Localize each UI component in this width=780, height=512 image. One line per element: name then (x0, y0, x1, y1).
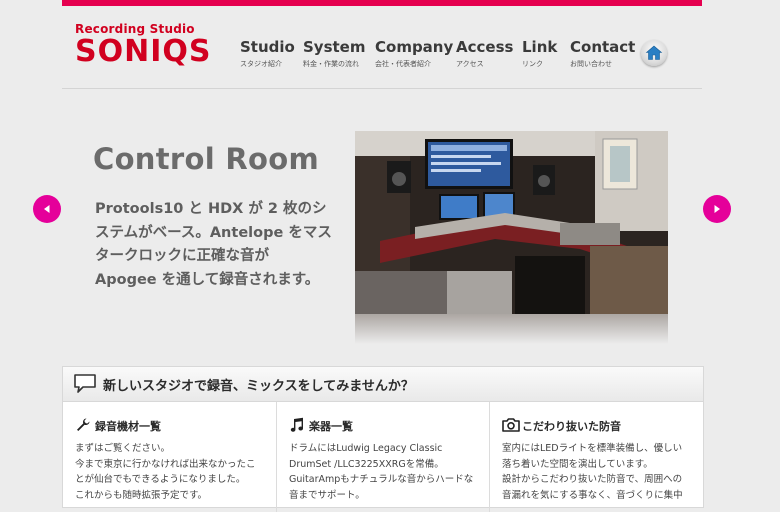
speech-bubble-icon (74, 374, 96, 393)
control-room-photo (355, 131, 668, 314)
arrow-left-icon (44, 205, 50, 213)
feature-column-title: 楽器一覧 (309, 420, 353, 433)
header-divider (62, 88, 702, 89)
nav-label: Access (456, 38, 514, 56)
nav-item-access[interactable]: Access アクセス (456, 38, 513, 69)
logo[interactable]: Recording Studio SONIQS (75, 22, 212, 67)
feature-column-soundproofing[interactable]: こだわり抜いた防音 室内にはLEDライトを標準装備し、優しい 落ち着いた空間を演… (489, 402, 703, 512)
feature-columns: 録音機材一覧 まずはご覧ください。 今まで東京に行かなければ出来なかったこ とが… (63, 402, 703, 512)
nav-sublabel: アクセス (456, 60, 484, 68)
nav-item-system[interactable]: System 料金・作業の流れ (303, 38, 365, 69)
nav-label: Contact (570, 38, 636, 56)
top-accent-bar (62, 0, 702, 6)
info-panel: 新しいスタジオで録音、ミックスをしてみませんか？ 録音機材一覧 まずはご覧くださ… (62, 366, 704, 512)
camera-icon (502, 418, 520, 432)
nav-item-contact[interactable]: Contact お問い合わせ (570, 38, 635, 69)
nav-sublabel: リンク (522, 60, 543, 68)
nav-label: Company (375, 38, 454, 56)
wrench-icon (77, 418, 90, 431)
nav-sublabel: 会社・代表者紹介 (375, 60, 431, 68)
nav-sublabel: スタジオ紹介 (240, 60, 282, 68)
feature-column-body: 室内にはLEDライトを標準装備し、優しい 落ち着いた空間を演出しています。 設計… (502, 443, 683, 501)
photo-reflection (355, 314, 668, 344)
slide-title: Control Room (93, 142, 319, 176)
logo-title: SONIQS (75, 34, 212, 69)
nav-label: System (303, 38, 366, 56)
music-note-icon (290, 417, 304, 432)
arrow-right-icon (714, 205, 720, 213)
feature-column-title: こだわり抜いた防音 (522, 420, 621, 433)
feature-column-body: まずはご覧ください。 今まで東京に行かなければ出来なかったこ とが仙台でもできる… (75, 443, 256, 501)
feature-column-title: 録音機材一覧 (95, 420, 161, 433)
nav-item-studio[interactable]: Studio スタジオ紹介 (240, 38, 295, 69)
feature-column-instruments[interactable]: 楽器一覧 ドラムにはLudwig Legacy Classic DrumSet … (276, 402, 489, 512)
home-icon (645, 45, 663, 60)
nav-label: Link (522, 38, 558, 56)
slider-next-button[interactable] (703, 195, 731, 223)
feature-column-header: こだわり抜いた防音 (502, 417, 703, 435)
feature-column-equipment[interactable]: 録音機材一覧 まずはご覧ください。 今まで東京に行かなければ出来なかったこ とが… (63, 402, 276, 512)
feature-column-body: ドラムにはLudwig Legacy Classic DrumSet /LLC3… (289, 443, 474, 501)
info-panel-header: 新しいスタジオで録音、ミックスをしてみませんか？ (63, 367, 703, 402)
home-button[interactable] (641, 40, 667, 66)
feature-column-header: 楽器一覧 (289, 417, 489, 435)
nav-item-link[interactable]: Link リンク (522, 38, 557, 69)
nav-sublabel: 料金・作業の流れ (303, 60, 359, 68)
feature-column-header: 録音機材一覧 (75, 417, 276, 435)
slider-prev-button[interactable] (33, 195, 61, 223)
nav-item-company[interactable]: Company 会社・代表者紹介 (375, 38, 453, 69)
info-panel-title: 新しいスタジオで録音、ミックスをしてみませんか？ (103, 379, 414, 394)
nav-sublabel: お問い合わせ (570, 60, 612, 68)
nav-label: Studio (240, 38, 295, 56)
slide-description: Protools10 と HDX が 2 枚のシステムがベース。Antelope… (95, 201, 332, 288)
